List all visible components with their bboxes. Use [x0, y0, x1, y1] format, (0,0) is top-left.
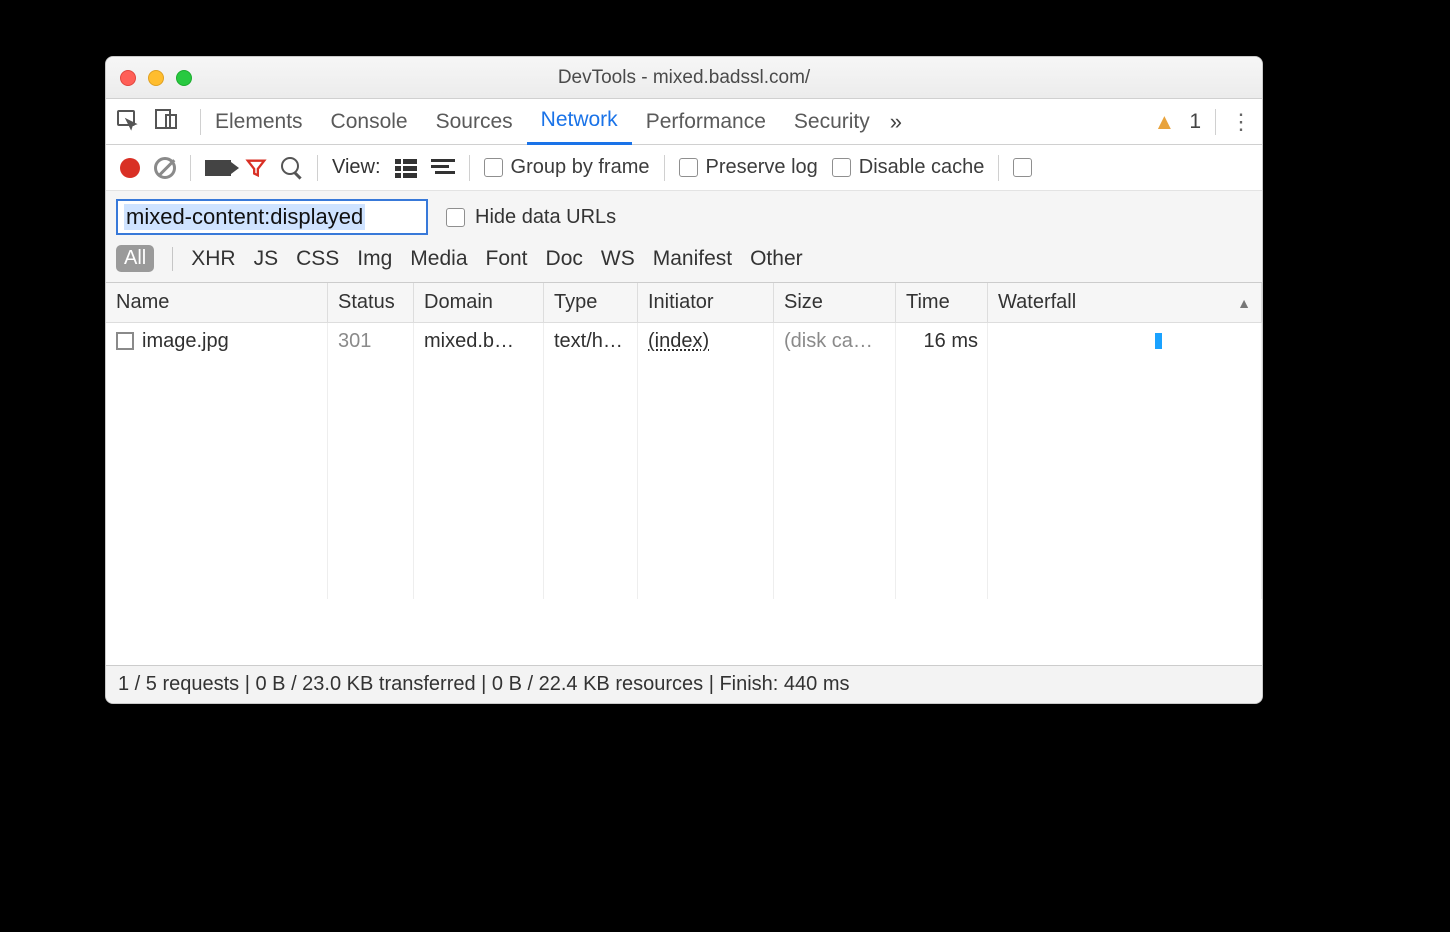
type-css[interactable]: CSS [296, 247, 339, 271]
offline-checkbox-partial[interactable] [1013, 158, 1032, 177]
col-size[interactable]: Size [774, 283, 896, 322]
panel-tabs: Elements Console Sources Network Perform… [106, 99, 1262, 145]
separator [317, 155, 318, 181]
tab-network[interactable]: Network [527, 99, 632, 145]
group-by-frame-label: Group by frame [511, 156, 650, 179]
kebab-menu-icon[interactable]: ⋮ [1230, 116, 1252, 127]
view-large-icon[interactable] [395, 158, 417, 178]
status-bar: 1 / 5 requests | 0 B / 23.0 KB transferr… [106, 665, 1262, 703]
separator [172, 247, 173, 271]
table-header: Name Status Domain Type Initiator Size T… [106, 283, 1262, 323]
type-filter-row: All XHR JS CSS Img Media Font Doc WS Man… [106, 241, 1262, 283]
view-label: View: [332, 156, 381, 179]
file-icon [116, 332, 134, 350]
network-toolbar: View: Group by frame Preserve log Disabl… [106, 145, 1262, 191]
col-status[interactable]: Status [328, 283, 414, 322]
filter-toggle-icon[interactable] [245, 157, 267, 179]
cell-status: 301 [328, 326, 414, 357]
col-name[interactable]: Name [106, 283, 328, 322]
separator [469, 155, 470, 181]
type-img[interactable]: Img [357, 247, 392, 271]
clear-button[interactable] [154, 157, 176, 179]
tab-console[interactable]: Console [317, 99, 422, 145]
tab-sources[interactable]: Sources [422, 99, 527, 145]
inspect-icon[interactable] [116, 107, 140, 137]
cell-domain: mixed.b… [414, 326, 544, 357]
cell-name: image.jpg [142, 330, 229, 353]
cell-type: text/h… [544, 326, 638, 357]
separator [1215, 109, 1216, 135]
col-type[interactable]: Type [544, 283, 638, 322]
window-title: DevTools - mixed.badssl.com/ [106, 67, 1262, 89]
type-manifest[interactable]: Manifest [653, 247, 732, 271]
warning-icon[interactable]: ▲ [1154, 109, 1176, 135]
screenshot-icon[interactable] [205, 160, 231, 176]
tab-performance[interactable]: Performance [632, 99, 780, 145]
separator [998, 155, 999, 181]
disable-cache-label: Disable cache [859, 156, 985, 179]
table-row[interactable]: image.jpg 301 mixed.b… text/h… (index) (… [106, 323, 1262, 359]
hide-data-urls-checkbox[interactable]: Hide data URLs [446, 206, 616, 229]
more-tabs-icon[interactable]: » [890, 109, 902, 135]
col-domain[interactable]: Domain [414, 283, 544, 322]
type-font[interactable]: Font [486, 247, 528, 271]
waterfall-bar [998, 330, 1252, 352]
type-js[interactable]: JS [254, 247, 279, 271]
device-toggle-icon[interactable] [154, 107, 178, 137]
filter-value: mixed-content:displayed [124, 204, 365, 230]
preserve-log-label: Preserve log [706, 156, 818, 179]
sort-asc-icon: ▲ [1237, 295, 1251, 311]
warning-count: 1 [1189, 110, 1201, 134]
filter-input[interactable]: mixed-content:displayed [116, 199, 428, 235]
tab-security[interactable]: Security [780, 99, 884, 145]
type-all[interactable]: All [116, 245, 154, 272]
col-time[interactable]: Time [896, 283, 988, 322]
search-icon[interactable] [281, 157, 303, 179]
preserve-log-checkbox[interactable]: Preserve log [679, 156, 818, 179]
separator [190, 155, 191, 181]
cell-time: 16 ms [896, 326, 988, 357]
tab-elements[interactable]: Elements [201, 99, 317, 145]
cell-size: (disk ca… [774, 326, 896, 357]
type-doc[interactable]: Doc [546, 247, 583, 271]
cell-initiator[interactable]: (index) [638, 326, 774, 357]
devtools-window: DevTools - mixed.badssl.com/ Elements Co… [105, 56, 1263, 704]
record-button[interactable] [120, 158, 140, 178]
view-small-icon[interactable] [431, 159, 455, 177]
separator [664, 155, 665, 181]
titlebar: DevTools - mixed.badssl.com/ [106, 57, 1262, 99]
type-xhr[interactable]: XHR [191, 247, 235, 271]
status-text: 1 / 5 requests | 0 B / 23.0 KB transferr… [118, 673, 850, 696]
group-by-frame-checkbox[interactable]: Group by frame [484, 156, 650, 179]
type-media[interactable]: Media [410, 247, 467, 271]
hide-data-urls-label: Hide data URLs [475, 206, 616, 229]
filter-row: mixed-content:displayed Hide data URLs [106, 191, 1262, 241]
col-waterfall[interactable]: Waterfall▲ [988, 283, 1262, 322]
type-other[interactable]: Other [750, 247, 803, 271]
col-initiator[interactable]: Initiator [638, 283, 774, 322]
type-ws[interactable]: WS [601, 247, 635, 271]
disable-cache-checkbox[interactable]: Disable cache [832, 156, 985, 179]
table-body: image.jpg 301 mixed.b… text/h… (index) (… [106, 323, 1262, 599]
